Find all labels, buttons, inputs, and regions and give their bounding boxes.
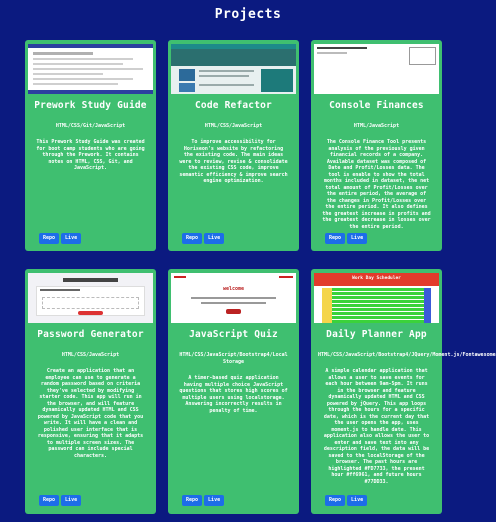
live-button[interactable]: Live	[204, 495, 225, 506]
project-description: The Console Finance Tool presents analys…	[322, 139, 431, 230]
quiz-screenshot-heading: welcome	[222, 286, 245, 292]
project-title: Prework Study Guide	[34, 100, 147, 111]
live-button[interactable]: Live	[204, 233, 225, 244]
project-description: To improve accessibility for Horiseon's …	[179, 139, 288, 184]
project-screenshot[interactable]	[28, 44, 153, 94]
project-tech: HTML/CSS/JavaScript/Bootstrap4/Local Sto…	[179, 352, 288, 365]
live-button[interactable]: Live	[347, 233, 368, 244]
project-title: Code Refactor	[195, 100, 272, 111]
project-description: This Prework Study Guide was created for…	[36, 139, 145, 171]
project-description: A simple calendar application that allow…	[323, 368, 430, 485]
project-screenshot[interactable]	[314, 44, 439, 94]
project-tech: HTML/CSS/JavaScript/Bootstrap4/JQuery/Mo…	[318, 352, 496, 358]
project-description: Create an application that an employee c…	[37, 368, 144, 459]
repo-button[interactable]: Repo	[325, 495, 346, 506]
live-button[interactable]: Live	[61, 495, 82, 506]
project-tech: HTML/CSS/Git/JavaScript	[55, 123, 126, 129]
project-description: A timer-based quiz application having mu…	[179, 375, 288, 414]
project-card-password-generator: Password Generator HTML/CSS/JavaScript C…	[25, 269, 156, 514]
project-card-code-refactor: Code Refactor HTML/CSS/JavaScript To imp…	[168, 40, 299, 251]
project-title: Password Generator	[37, 329, 144, 340]
page-title: Projects	[214, 7, 282, 22]
repo-button[interactable]: Repo	[182, 233, 203, 244]
project-card-prework: Prework Study Guide HTML/CSS/Git/JavaScr…	[25, 40, 156, 251]
repo-button[interactable]: Repo	[182, 495, 203, 506]
project-tech: HTML/CSS/JavaScript	[61, 352, 120, 358]
live-button[interactable]: Live	[61, 233, 82, 244]
project-screenshot[interactable]: Work Day Scheduler	[314, 273, 439, 323]
repo-button[interactable]: Repo	[39, 495, 60, 506]
live-button[interactable]: Live	[347, 495, 368, 506]
project-card-daily-planner: Work Day Scheduler Daily Planner App HTM…	[311, 269, 496, 514]
project-screenshot[interactable]	[28, 273, 153, 323]
project-title: Console Finances	[329, 100, 424, 111]
project-screenshot[interactable]: welcome	[171, 273, 296, 323]
project-title: JavaScript Quiz	[189, 329, 278, 340]
project-card-console-finances: Console Finances HTML/JavaScript The Con…	[311, 40, 442, 251]
project-tech: HTML/JavaScript	[353, 123, 400, 129]
repo-button[interactable]: Repo	[39, 233, 60, 244]
planner-screenshot-heading: Work Day Scheduler	[352, 276, 401, 281]
project-tech: HTML/CSS/JavaScript	[204, 123, 263, 129]
repo-button[interactable]: Repo	[325, 233, 346, 244]
project-card-javascript-quiz: welcome JavaScript Quiz HTML/CSS/JavaScr…	[168, 269, 299, 514]
project-title: Daily Planner App	[326, 329, 427, 340]
project-screenshot[interactable]	[171, 44, 296, 94]
